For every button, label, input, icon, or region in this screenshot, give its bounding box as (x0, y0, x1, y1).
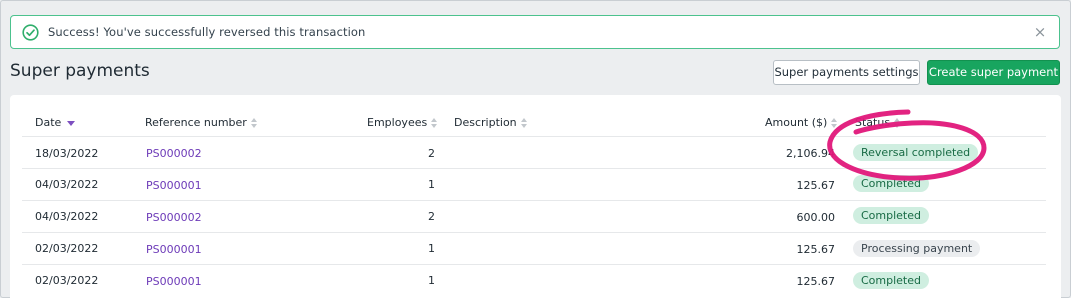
cell-employees: 2 (428, 147, 435, 160)
cell-reference-link[interactable]: PS000001 (146, 275, 202, 288)
close-icon[interactable]: × (1031, 23, 1049, 41)
cell-reference-link[interactable]: PS000001 (146, 243, 202, 256)
cell-employees: 1 (428, 274, 435, 287)
cell-date: 02/03/2022 (35, 242, 99, 255)
column-header-reference[interactable]: Reference number (145, 116, 258, 129)
cell-date: 04/03/2022 (35, 210, 99, 223)
cell-reference-link[interactable]: PS000002 (146, 147, 202, 160)
success-check-icon (22, 24, 39, 41)
cell-amount: 2,106.94 (786, 147, 835, 160)
sort-icon (250, 118, 258, 128)
status-badge: Completed (853, 175, 929, 192)
cell-reference-link[interactable]: PS000001 (146, 179, 202, 192)
column-header-label: Status (855, 116, 891, 129)
column-header-label: Description (454, 116, 517, 129)
row-divider (22, 200, 1046, 201)
column-header-status[interactable]: Status (855, 116, 901, 129)
row-divider (22, 232, 1046, 233)
row-divider (22, 168, 1046, 169)
column-header-label: Amount ($) (765, 116, 828, 129)
sort-icon (520, 118, 528, 128)
cell-amount: 125.67 (796, 243, 836, 256)
column-header-employees[interactable]: Employees (367, 116, 438, 129)
cell-reference-link[interactable]: PS000002 (146, 211, 202, 224)
sort-icon (894, 118, 901, 128)
column-header-label: Employees (367, 116, 428, 129)
row-divider (22, 264, 1046, 265)
column-header-date[interactable]: Date (35, 116, 76, 129)
status-badge: Reversal completed (853, 144, 979, 161)
cell-employees: 2 (428, 210, 435, 223)
row-divider (22, 136, 1046, 137)
column-header-amount[interactable]: Amount ($) (765, 116, 838, 129)
sort-icon (831, 118, 838, 128)
create-super-payment-button[interactable]: Create super payment (927, 60, 1060, 85)
status-badge: Completed (853, 272, 929, 289)
cell-date: 18/03/2022 (35, 147, 99, 160)
page-title: Super payments (10, 61, 150, 81)
column-header-label: Reference number (145, 116, 247, 129)
alert-message: Success! You've successfully reversed th… (48, 25, 366, 39)
column-header-label: Date (35, 116, 62, 129)
payments-table: Date Reference number Employees Descript… (10, 95, 1061, 298)
cell-date: 02/03/2022 (35, 274, 99, 287)
status-badge: Processing payment (853, 240, 981, 257)
sort-desc-icon (67, 120, 76, 126)
success-alert: Success! You've successfully reversed th… (10, 15, 1060, 49)
cell-employees: 1 (428, 242, 435, 255)
cell-date: 04/03/2022 (35, 178, 99, 191)
cell-amount: 125.67 (796, 275, 836, 288)
super-payments-settings-button[interactable]: Super payments settings (773, 60, 920, 85)
sort-icon (431, 118, 438, 128)
status-badge: Completed (853, 207, 929, 224)
cell-amount: 125.67 (796, 179, 836, 192)
cell-amount: 600.00 (796, 211, 836, 224)
column-header-description[interactable]: Description (454, 116, 528, 129)
cell-employees: 1 (428, 178, 435, 191)
